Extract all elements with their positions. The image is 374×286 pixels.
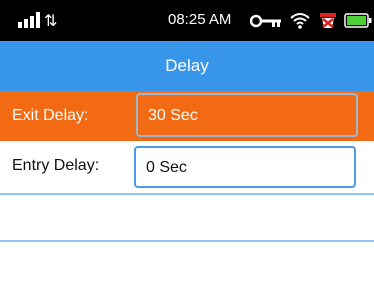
empty-list-item — [0, 242, 374, 286]
entry-delay-row[interactable]: Entry Delay: 0 Sec — [0, 141, 374, 193]
alarm-icon — [320, 13, 336, 28]
page-title: Delay — [0, 41, 374, 91]
status-bar: ⇅ 08:25 AM — [0, 0, 374, 41]
exit-delay-row[interactable]: Exit Delay: 30 Sec — [0, 91, 374, 141]
key-icon — [250, 14, 281, 28]
exit-delay-field[interactable]: 30 Sec — [136, 93, 358, 137]
data-transfer-icon: ⇅ — [44, 11, 58, 30]
entry-delay-label: Entry Delay: — [12, 157, 100, 174]
wifi-icon — [290, 13, 310, 29]
empty-list-item — [0, 195, 374, 240]
battery-icon — [344, 13, 372, 28]
status-time: 08:25 AM — [168, 11, 232, 28]
entry-delay-field[interactable]: 0 Sec — [134, 146, 356, 188]
exit-delay-label: Exit Delay: — [12, 107, 89, 124]
